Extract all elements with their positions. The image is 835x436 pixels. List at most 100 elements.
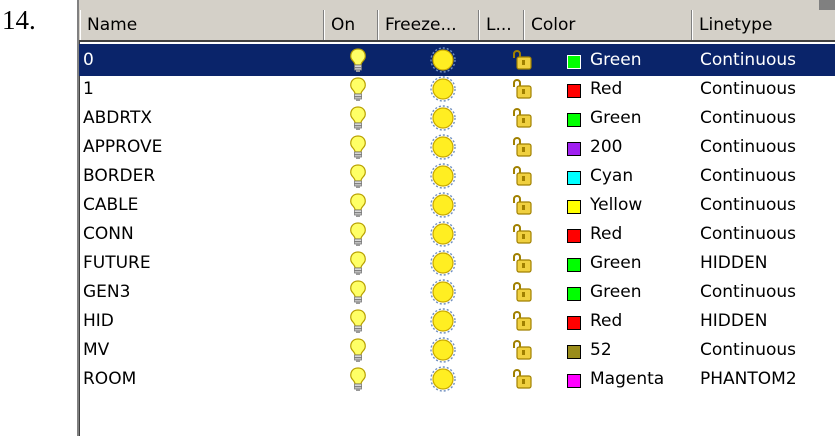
column-header-lock[interactable]: L... [479, 10, 524, 40]
layer-name: 0 [83, 50, 94, 70]
lightbulb-icon[interactable] [347, 250, 369, 276]
padlock-icon[interactable] [509, 338, 535, 362]
lightbulb-icon[interactable] [347, 337, 369, 363]
layer-color[interactable]: Red [590, 218, 622, 250]
table-row[interactable]: ABDRTX Green Continuous [79, 102, 835, 134]
layer-linetype[interactable]: Continuous [700, 334, 796, 366]
layer-color[interactable]: Green [590, 247, 641, 279]
padlock-icon[interactable] [509, 222, 535, 246]
layer-linetype[interactable]: Continuous [700, 131, 796, 163]
table-row[interactable]: FUTURE Green HIDDEN [79, 247, 835, 279]
panel-top-edge [819, 0, 835, 10]
color-swatch[interactable] [567, 84, 581, 98]
padlock-icon[interactable] [509, 77, 535, 101]
layer-linetype[interactable]: Continuous [700, 102, 796, 134]
table-row[interactable]: CONN Red Continuous [79, 218, 835, 250]
padlock-icon[interactable] [509, 135, 535, 159]
sun-icon[interactable] [430, 337, 456, 363]
color-swatch[interactable] [567, 316, 581, 330]
sun-icon[interactable] [430, 279, 456, 305]
sun-icon[interactable] [430, 221, 456, 247]
layer-color[interactable]: 200 [590, 131, 622, 163]
layer-linetype[interactable]: Continuous [700, 189, 796, 221]
color-swatch[interactable] [567, 200, 581, 214]
lightbulb-icon[interactable] [347, 105, 369, 131]
layer-linetype[interactable]: PHANTOM2 [700, 363, 797, 395]
layer-color[interactable]: Red [590, 73, 622, 105]
sun-icon[interactable] [430, 250, 456, 276]
sun-icon[interactable] [430, 105, 456, 131]
sun-icon[interactable] [430, 192, 456, 218]
lightbulb-icon[interactable] [347, 366, 369, 392]
padlock-icon[interactable] [509, 280, 535, 304]
column-header-color[interactable]: Color [524, 10, 692, 40]
color-swatch[interactable] [567, 258, 581, 272]
color-swatch[interactable] [567, 374, 581, 388]
lightbulb-icon[interactable] [347, 47, 369, 73]
table-row[interactable]: 1 Red Continuous [79, 73, 835, 105]
layer-color[interactable]: Green [590, 276, 641, 308]
layer-linetype[interactable]: Continuous [700, 44, 796, 76]
lightbulb-icon[interactable] [347, 163, 369, 189]
table-row[interactable]: 0 Green Continuous [79, 44, 835, 76]
layer-name: APPROVE [83, 137, 163, 157]
layer-color[interactable]: Red [590, 305, 622, 337]
sun-icon[interactable] [430, 76, 456, 102]
column-header-linetype[interactable]: Linetype [692, 10, 835, 40]
padlock-icon[interactable] [509, 106, 535, 130]
padlock-icon[interactable] [509, 251, 535, 275]
table-row[interactable]: GEN3 Green Continuous [79, 276, 835, 308]
lightbulb-icon[interactable] [347, 308, 369, 334]
layer-name: ABDRTX [83, 108, 152, 128]
color-swatch[interactable] [567, 142, 581, 156]
layer-name: CONN [83, 224, 134, 244]
table-row[interactable]: BORDER Cyan Continuous [79, 160, 835, 192]
column-header-freeze[interactable]: Freeze... [378, 10, 479, 40]
layer-name: BORDER [83, 166, 156, 186]
padlock-icon[interactable] [509, 164, 535, 188]
layer-linetype[interactable]: Continuous [700, 276, 796, 308]
sun-icon[interactable] [430, 134, 456, 160]
layer-color[interactable]: Green [590, 44, 641, 76]
layer-name: ROOM [83, 369, 137, 389]
layer-name: MV [83, 340, 110, 360]
sun-icon[interactable] [430, 366, 456, 392]
layer-color[interactable]: Cyan [590, 160, 633, 192]
layer-color[interactable]: 52 [590, 334, 612, 366]
table-row[interactable]: HID Red HIDDEN [79, 305, 835, 337]
layer-linetype[interactable]: Continuous [700, 73, 796, 105]
layer-linetype[interactable]: Continuous [700, 160, 796, 192]
padlock-icon[interactable] [509, 193, 535, 217]
table-row[interactable]: APPROVE 200 Continuous [79, 131, 835, 163]
sun-icon[interactable] [430, 47, 456, 73]
color-swatch[interactable] [567, 113, 581, 127]
padlock-icon[interactable] [509, 309, 535, 333]
layer-linetype[interactable]: HIDDEN [700, 247, 767, 279]
color-swatch[interactable] [567, 287, 581, 301]
lightbulb-icon[interactable] [347, 192, 369, 218]
padlock-icon[interactable] [509, 367, 535, 391]
padlock-icon[interactable] [509, 48, 535, 72]
layer-linetype[interactable]: HIDDEN [700, 305, 767, 337]
lightbulb-icon[interactable] [347, 221, 369, 247]
layer-color[interactable]: Magenta [590, 363, 664, 395]
color-swatch[interactable] [567, 345, 581, 359]
table-row[interactable]: MV 52 Continuous [79, 334, 835, 366]
layer-linetype[interactable]: Continuous [700, 218, 796, 250]
color-swatch[interactable] [567, 171, 581, 185]
column-header-row: Name On Freeze... L... Color Linetype [79, 10, 835, 42]
sun-icon[interactable] [430, 308, 456, 334]
panel-top-strip [79, 0, 835, 10]
lightbulb-icon[interactable] [347, 134, 369, 160]
layer-color[interactable]: Yellow [590, 189, 642, 221]
lightbulb-icon[interactable] [347, 76, 369, 102]
lightbulb-icon[interactable] [347, 279, 369, 305]
column-header-on[interactable]: On [324, 10, 378, 40]
layer-color[interactable]: Green [590, 102, 641, 134]
color-swatch[interactable] [567, 55, 581, 69]
table-row[interactable]: ROOM Magenta PHANTOM2 [79, 363, 835, 395]
sun-icon[interactable] [430, 163, 456, 189]
column-header-name[interactable]: Name [80, 10, 324, 40]
color-swatch[interactable] [567, 229, 581, 243]
table-row[interactable]: CABLE Yellow Continuous [79, 189, 835, 221]
